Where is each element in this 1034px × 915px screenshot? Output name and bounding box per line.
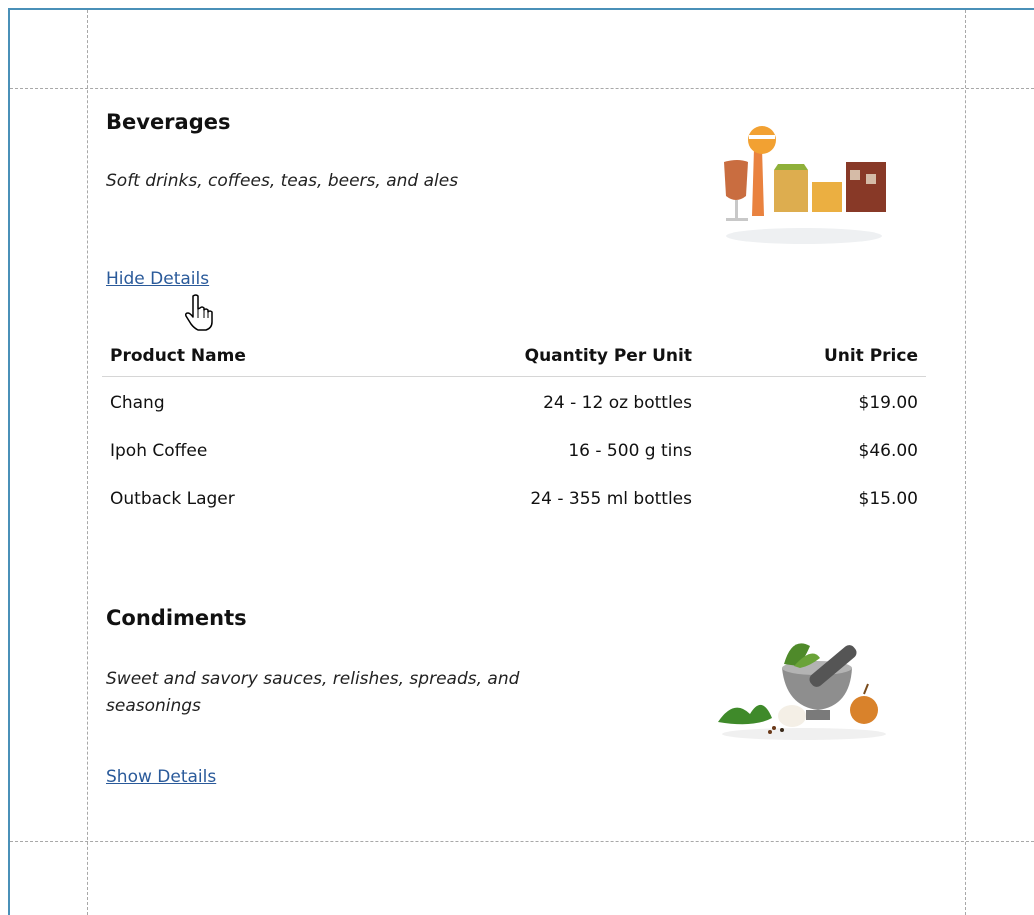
table-row: Ipoh Coffee 16 - 500 g tins $46.00 (102, 427, 926, 475)
guide-line-bottom (10, 841, 1034, 842)
table-header-row: Product Name Quantity Per Unit Unit Pric… (102, 340, 926, 377)
cell-quantity-per-unit: 24 - 12 oz bottles (543, 393, 692, 413)
table-row: Chang 24 - 12 oz bottles $19.00 (102, 377, 926, 428)
cell-unit-price: $46.00 (858, 441, 918, 461)
products-table: Product Name Quantity Per Unit Unit Pric… (102, 340, 926, 523)
show-details-link[interactable]: Show Details (106, 767, 216, 787)
category-name: Beverages (106, 110, 231, 134)
beverage-glasses-icon (718, 124, 888, 250)
header-product-name: Product Name (102, 340, 374, 377)
cell-product-name: Ipoh Coffee (110, 441, 208, 461)
cell-product-name: Chang (110, 393, 165, 413)
category-description: Sweet and savory sauces, relishes, sprea… (106, 669, 520, 716)
cell-quantity-per-unit: 16 - 500 g tins (568, 441, 692, 461)
guide-line-right (965, 10, 966, 915)
category-name: Condiments (106, 606, 247, 630)
table-row: Outback Lager 24 - 355 ml bottles $15.00 (102, 475, 926, 523)
cell-quantity-per-unit: 24 - 355 ml bottles (530, 489, 692, 509)
mortar-pestle-icon (714, 624, 889, 748)
hide-details-link[interactable]: Hide Details (106, 269, 209, 289)
header-quantity-per-unit: Quantity Per Unit (374, 340, 700, 377)
hand-pointer-icon (184, 294, 214, 336)
guide-line-left (87, 10, 88, 915)
guide-line-top (10, 88, 1034, 89)
header-unit-price: Unit Price (700, 340, 926, 377)
cell-unit-price: $15.00 (858, 489, 918, 509)
category-description: Soft drinks, coffees, teas, beers, and a… (106, 171, 459, 191)
cell-unit-price: $19.00 (858, 393, 918, 413)
cell-product-name: Outback Lager (110, 489, 235, 509)
